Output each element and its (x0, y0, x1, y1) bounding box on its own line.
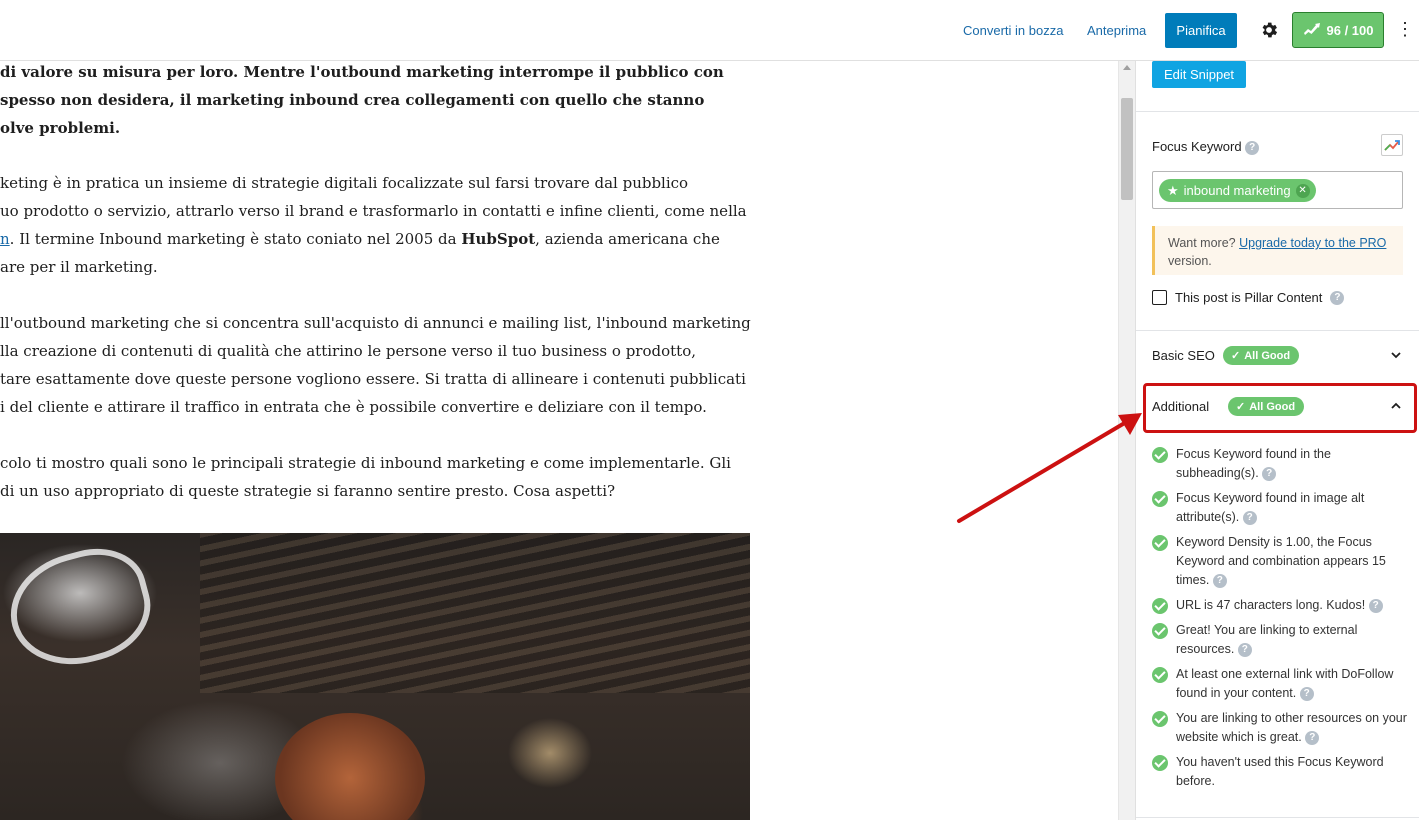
person-head (275, 713, 425, 820)
test-result-text: Keyword Density is 1.00, the Focus Keywo… (1176, 535, 1386, 587)
text-line: are per il marketing. (0, 258, 158, 276)
ceiling-lights (200, 533, 750, 693)
text-line: di valore su misura per loro. Mentre l'o… (0, 63, 724, 81)
test-result-text: Great! You are linking to external resou… (1176, 623, 1358, 656)
help-icon[interactable]: ? (1330, 290, 1345, 305)
check-circle-icon (1152, 711, 1168, 727)
check-circle-icon (1152, 755, 1168, 771)
schedule-button[interactable]: Pianifica (1165, 13, 1237, 48)
text-line: spesso non desidera, il marketing inboun… (0, 91, 705, 109)
text-line: di un uso appropriato di queste strategi… (0, 482, 616, 500)
basic-seo-panel-toggle[interactable]: Basic SEO ✓ All Good (1136, 332, 1419, 380)
additional-panel-toggle[interactable]: Additional ✓ All Good (1136, 383, 1419, 431)
focus-keyword-input[interactable]: ★ inbound marketing ✕ (1152, 171, 1403, 209)
keyword-tag-label: inbound marketing (1183, 183, 1291, 198)
preview-link[interactable]: Anteprima (1087, 23, 1146, 38)
help-icon[interactable]: ? (1299, 686, 1314, 701)
post-image[interactable] (0, 533, 750, 820)
bold-text: HubSpot (461, 230, 536, 248)
check-circle-icon (1152, 535, 1168, 551)
check-circle-icon (1152, 491, 1168, 507)
promo-prefix: Want more? (1168, 236, 1240, 250)
post-content[interactable]: di valore su misura per loro. Mentre l'o… (0, 61, 1118, 820)
convert-to-draft-link[interactable]: Converti in bozza (963, 23, 1063, 38)
pillar-content-checkbox[interactable] (1152, 290, 1167, 305)
rank-math-icon (1303, 22, 1321, 38)
additional-title: Additional (1152, 399, 1210, 414)
checkmark-icon: ✓ (1231, 350, 1241, 362)
status-badge: ✓ All Good (1228, 397, 1305, 416)
text-line: i del cliente e attirare il traffico in … (0, 398, 707, 416)
chevron-up-icon[interactable] (1391, 401, 1401, 411)
rank-math-sidebar: Edit Snippet Focus Keyword ? ★ inbound m… (1135, 61, 1419, 820)
divider (1136, 817, 1419, 818)
status-badge: ✓ All Good (1223, 346, 1300, 365)
trends-button[interactable] (1381, 134, 1403, 156)
test-result-text: URL is 47 characters long. Kudos! (1176, 598, 1366, 612)
test-result-text: Focus Keyword found in image alt attribu… (1176, 491, 1365, 524)
text-span: , azienda americana che (535, 230, 720, 248)
pillar-content-option[interactable]: This post is Pillar Content ? (1152, 290, 1345, 305)
remove-keyword-icon[interactable]: ✕ (1295, 183, 1310, 198)
text-line: lla creazione di contenuti di qualità ch… (0, 342, 696, 360)
help-icon[interactable]: ? (1262, 466, 1277, 481)
text-line: keting è in pratica un insieme di strate… (0, 174, 689, 192)
pillar-content-label: This post is Pillar Content (1175, 290, 1323, 305)
focus-keyword-label-text: Focus Keyword (1152, 139, 1242, 154)
editor-scrollbar[interactable] (1118, 61, 1135, 820)
seo-score: 96 / 100 (1326, 22, 1374, 38)
test-result-text: Focus Keyword found in the subheading(s)… (1176, 447, 1331, 480)
checkmark-icon: ✓ (1236, 401, 1246, 413)
text-span: . Il termine Inbound marketing è stato c… (9, 230, 462, 248)
test-result-text: At least one external link with DoFollow… (1176, 667, 1394, 700)
text-line: olve problemi. (0, 119, 121, 137)
basic-seo-title: Basic SEO (1152, 348, 1215, 363)
test-result-text: You are linking to other resources on yo… (1176, 711, 1407, 744)
text-line: colo ti mostro quali sono le principali … (0, 454, 731, 472)
text-line: uo prodotto o servizio, attrarlo verso i… (0, 202, 747, 220)
seo-score-button[interactable]: 96 / 100 (1292, 12, 1384, 48)
status-badge-label: All Good (1244, 349, 1291, 362)
text-line: n. Il termine Inbound marketing è stato … (0, 228, 720, 250)
neon-sign (0, 536, 162, 680)
help-icon[interactable]: ? (1368, 598, 1383, 613)
test-result-text: You haven't used this Focus Keyword befo… (1176, 755, 1384, 788)
divider (1136, 111, 1419, 112)
help-icon[interactable]: ? (1237, 642, 1252, 657)
text-line: tare esattamente dove queste persone vog… (0, 370, 746, 388)
chevron-down-icon[interactable] (1391, 350, 1401, 360)
promo-suffix: version. (1168, 254, 1212, 268)
divider (1136, 330, 1419, 331)
upgrade-notice: Want more? Upgrade today to the PRO vers… (1152, 226, 1403, 275)
gear-icon[interactable] (1259, 20, 1279, 40)
inline-link[interactable]: n (0, 230, 10, 248)
upgrade-link[interactable]: Upgrade today to the PRO (1239, 236, 1386, 250)
focus-keyword-label: Focus Keyword ? (1152, 139, 1260, 155)
star-icon: ★ (1167, 182, 1179, 198)
keyword-tag[interactable]: ★ inbound marketing ✕ (1159, 179, 1316, 202)
text-line: ll'outbound marketing che si concentra s… (0, 314, 751, 332)
scrollbar-thumb[interactable] (1121, 98, 1133, 200)
help-icon[interactable]: ? (1305, 730, 1320, 745)
edit-snippet-button[interactable]: Edit Snippet (1152, 61, 1246, 88)
trending-up-icon (1384, 140, 1400, 151)
scroll-up-arrow-icon[interactable] (1123, 65, 1131, 70)
editor-header: Converti in bozza Anteprima Pianifica 96… (0, 0, 1419, 61)
vertical-ellipsis-icon[interactable]: ⋮ (1396, 19, 1414, 41)
help-icon[interactable]: ? (1212, 573, 1227, 588)
help-icon[interactable]: ? (1242, 510, 1257, 525)
check-circle-icon (1152, 598, 1168, 614)
help-icon[interactable]: ? (1245, 140, 1260, 155)
check-circle-icon (1152, 623, 1168, 639)
check-circle-icon (1152, 667, 1168, 683)
status-badge-label: All Good (1249, 400, 1296, 413)
check-circle-icon (1152, 447, 1168, 463)
